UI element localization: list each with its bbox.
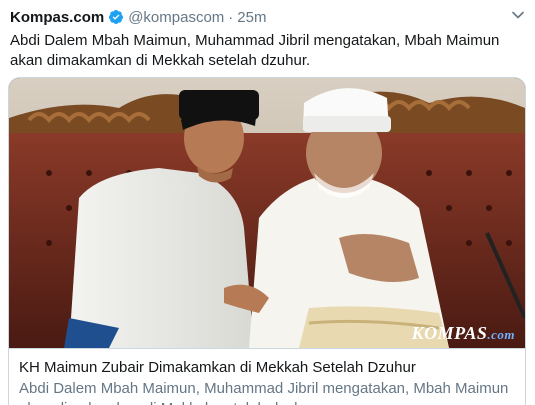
tweet-header: Kompas.com @kompascom · 25m bbox=[10, 0, 525, 32]
kompas-watermark: KOMPAS.com bbox=[411, 323, 515, 343]
display-name[interactable]: Kompas.com bbox=[10, 9, 104, 26]
timestamp[interactable]: 25m bbox=[237, 9, 266, 26]
separator-dot: · bbox=[228, 8, 234, 26]
card-title[interactable]: KH Maimun Zubair Dimakamkan di Mekkah Se… bbox=[19, 358, 515, 378]
tweet: Kompas.com @kompascom · 25m Abdi Dalem M… bbox=[0, 0, 535, 405]
link-card[interactable]: KOMPAS.com KH Maimun Zubair Dimakamkan d… bbox=[8, 77, 526, 405]
card-body[interactable]: KH Maimun Zubair Dimakamkan di Mekkah Se… bbox=[9, 348, 525, 405]
card-image[interactable]: KOMPAS.com bbox=[9, 78, 525, 348]
card-description: Abdi Dalem Mbah Maimun, Muhammad Jibril … bbox=[19, 380, 509, 405]
chevron-down-icon[interactable] bbox=[511, 8, 525, 22]
tweet-text: Abdi Dalem Mbah Maimun, Muhammad Jibril … bbox=[10, 32, 500, 69]
card-photo bbox=[9, 78, 525, 348]
user-handle[interactable]: @kompascom bbox=[128, 9, 224, 26]
verified-badge-icon bbox=[109, 10, 124, 24]
